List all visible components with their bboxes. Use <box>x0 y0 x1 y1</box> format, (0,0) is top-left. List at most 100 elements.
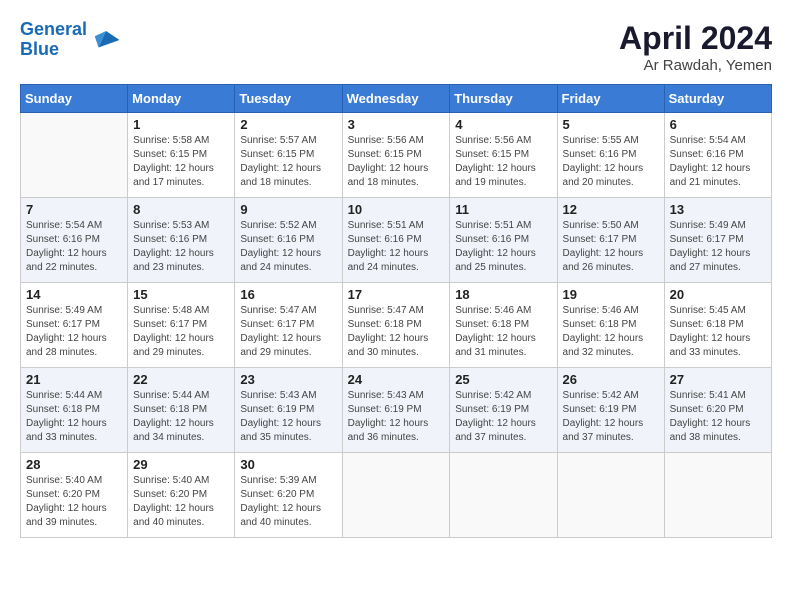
day-number: 12 <box>563 202 659 217</box>
calendar-day-cell: 16Sunrise: 5:47 AM Sunset: 6:17 PM Dayli… <box>235 283 342 368</box>
calendar-day-cell <box>557 453 664 538</box>
day-number: 16 <box>240 287 336 302</box>
calendar-week-row: 1 Sunrise: 5:58 AM Sunset: 6:15 PM Daylig… <box>21 113 772 198</box>
calendar-week-row: 14 Sunrise: 5:49 AM Sunset: 6:17 PM Dayli… <box>21 283 772 368</box>
calendar-day-cell: 8 Sunrise: 5:53 AM Sunset: 6:16 PM Daylig… <box>128 198 235 283</box>
day-info: Sunrise: 5:49 AM Sunset: 6:17 PM Dayligh… <box>26 304 122 360</box>
day-number: 17 <box>348 287 445 302</box>
calendar-header-sunday: Sunday <box>21 85 128 113</box>
day-number: 7 <box>26 202 122 217</box>
day-number: 5 <box>563 117 659 132</box>
day-info: Sunrise: 5:53 AM Sunset: 6:16 PM Dayligh… <box>133 219 229 275</box>
calendar-day-cell: 18 Sunrise: 5:46 AM Sunset: 6:18 PM Dayli… <box>450 283 557 368</box>
calendar-day-cell: 13Sunrise: 5:49 AM Sunset: 6:17 PM Dayli… <box>664 198 771 283</box>
calendar-day-cell: 21 Sunrise: 5:44 AM Sunset: 6:18 PM Dayli… <box>21 368 128 453</box>
calendar-day-cell: 6Sunrise: 5:54 AM Sunset: 6:16 PM Daylig… <box>664 113 771 198</box>
calendar-week-row: 28 Sunrise: 5:40 AM Sunset: 6:20 PM Dayli… <box>21 453 772 538</box>
location: Ar Rawdah, Yemen <box>619 57 772 74</box>
day-info: Sunrise: 5:52 AM Sunset: 6:16 PM Dayligh… <box>240 219 336 275</box>
calendar-day-cell: 27 Sunrise: 5:41 AM Sunset: 6:20 PM Dayli… <box>664 368 771 453</box>
calendar-header-friday: Friday <box>557 85 664 113</box>
day-info: Sunrise: 5:56 AM Sunset: 6:15 PM Dayligh… <box>348 134 445 190</box>
calendar-header-wednesday: Wednesday <box>342 85 450 113</box>
day-info: Sunrise: 5:48 AM Sunset: 6:17 PM Dayligh… <box>133 304 229 360</box>
day-info: Sunrise: 5:51 AM Sunset: 6:16 PM Dayligh… <box>348 219 445 275</box>
day-number: 26 <box>563 372 659 387</box>
title-area: April 2024 Ar Rawdah, Yemen <box>619 20 772 74</box>
calendar-day-cell: 29Sunrise: 5:40 AM Sunset: 6:20 PM Dayli… <box>128 453 235 538</box>
day-number: 2 <box>240 117 336 132</box>
day-number: 21 <box>26 372 122 387</box>
calendar-day-cell: 12Sunrise: 5:50 AM Sunset: 6:17 PM Dayli… <box>557 198 664 283</box>
day-info: Sunrise: 5:51 AM Sunset: 6:16 PM Dayligh… <box>455 219 551 275</box>
calendar-header-thursday: Thursday <box>450 85 557 113</box>
calendar-day-cell: 11 Sunrise: 5:51 AM Sunset: 6:16 PM Dayli… <box>450 198 557 283</box>
calendar-day-cell: 22Sunrise: 5:44 AM Sunset: 6:18 PM Dayli… <box>128 368 235 453</box>
calendar-day-cell: 25Sunrise: 5:42 AM Sunset: 6:19 PM Dayli… <box>450 368 557 453</box>
day-info: Sunrise: 5:41 AM Sunset: 6:20 PM Dayligh… <box>670 389 766 445</box>
calendar-day-cell: 5Sunrise: 5:55 AM Sunset: 6:16 PM Daylig… <box>557 113 664 198</box>
day-number: 9 <box>240 202 336 217</box>
day-number: 3 <box>348 117 445 132</box>
day-number: 8 <box>133 202 229 217</box>
calendar-day-cell: 28 Sunrise: 5:40 AM Sunset: 6:20 PM Dayli… <box>21 453 128 538</box>
calendar-day-cell: 19 Sunrise: 5:46 AM Sunset: 6:18 PM Dayli… <box>557 283 664 368</box>
day-info: Sunrise: 5:43 AM Sunset: 6:19 PM Dayligh… <box>240 389 336 445</box>
calendar-day-cell: 1 Sunrise: 5:58 AM Sunset: 6:15 PM Daylig… <box>128 113 235 198</box>
month-title: April 2024 <box>619 20 772 57</box>
day-number: 18 <box>455 287 551 302</box>
calendar-day-cell: 3 Sunrise: 5:56 AM Sunset: 6:15 PM Daylig… <box>342 113 450 198</box>
calendar-header-monday: Monday <box>128 85 235 113</box>
calendar-day-cell <box>342 453 450 538</box>
day-number: 6 <box>670 117 766 132</box>
calendar-day-cell: 30 Sunrise: 5:39 AM Sunset: 6:20 PM Dayli… <box>235 453 342 538</box>
calendar-day-cell: 24Sunrise: 5:43 AM Sunset: 6:19 PM Dayli… <box>342 368 450 453</box>
day-info: Sunrise: 5:58 AM Sunset: 6:15 PM Dayligh… <box>133 134 229 190</box>
day-number: 4 <box>455 117 551 132</box>
calendar-day-cell: 15 Sunrise: 5:48 AM Sunset: 6:17 PM Dayli… <box>128 283 235 368</box>
day-number: 28 <box>26 457 122 472</box>
day-info: Sunrise: 5:54 AM Sunset: 6:16 PM Dayligh… <box>26 219 122 275</box>
day-info: Sunrise: 5:44 AM Sunset: 6:18 PM Dayligh… <box>26 389 122 445</box>
day-number: 27 <box>670 372 766 387</box>
day-info: Sunrise: 5:40 AM Sunset: 6:20 PM Dayligh… <box>26 474 122 530</box>
calendar-header-tuesday: Tuesday <box>235 85 342 113</box>
calendar-day-cell: 4 Sunrise: 5:56 AM Sunset: 6:15 PM Daylig… <box>450 113 557 198</box>
calendar-header-row: SundayMondayTuesdayWednesdayThursdayFrid… <box>21 85 772 113</box>
day-number: 23 <box>240 372 336 387</box>
calendar-day-cell <box>21 113 128 198</box>
day-info: Sunrise: 5:57 AM Sunset: 6:15 PM Dayligh… <box>240 134 336 190</box>
calendar-table: SundayMondayTuesdayWednesdayThursdayFrid… <box>20 84 772 538</box>
day-info: Sunrise: 5:47 AM Sunset: 6:18 PM Dayligh… <box>348 304 445 360</box>
day-info: Sunrise: 5:39 AM Sunset: 6:20 PM Dayligh… <box>240 474 336 530</box>
calendar-day-cell: 9 Sunrise: 5:52 AM Sunset: 6:16 PM Daylig… <box>235 198 342 283</box>
day-info: Sunrise: 5:56 AM Sunset: 6:15 PM Dayligh… <box>455 134 551 190</box>
calendar-day-cell: 7 Sunrise: 5:54 AM Sunset: 6:16 PM Daylig… <box>21 198 128 283</box>
day-info: Sunrise: 5:40 AM Sunset: 6:20 PM Dayligh… <box>133 474 229 530</box>
page-header: General Blue April 2024 Ar Rawdah, Yemen <box>20 20 772 74</box>
calendar-day-cell: 17 Sunrise: 5:47 AM Sunset: 6:18 PM Dayli… <box>342 283 450 368</box>
day-info: Sunrise: 5:43 AM Sunset: 6:19 PM Dayligh… <box>348 389 445 445</box>
day-info: Sunrise: 5:42 AM Sunset: 6:19 PM Dayligh… <box>563 389 659 445</box>
day-info: Sunrise: 5:46 AM Sunset: 6:18 PM Dayligh… <box>563 304 659 360</box>
day-number: 30 <box>240 457 336 472</box>
calendar-week-row: 7 Sunrise: 5:54 AM Sunset: 6:16 PM Daylig… <box>21 198 772 283</box>
day-number: 1 <box>133 117 229 132</box>
day-number: 10 <box>348 202 445 217</box>
day-number: 15 <box>133 287 229 302</box>
day-info: Sunrise: 5:46 AM Sunset: 6:18 PM Dayligh… <box>455 304 551 360</box>
calendar-day-cell: 20Sunrise: 5:45 AM Sunset: 6:18 PM Dayli… <box>664 283 771 368</box>
day-number: 11 <box>455 202 551 217</box>
day-info: Sunrise: 5:42 AM Sunset: 6:19 PM Dayligh… <box>455 389 551 445</box>
day-number: 14 <box>26 287 122 302</box>
calendar-day-cell: 14 Sunrise: 5:49 AM Sunset: 6:17 PM Dayli… <box>21 283 128 368</box>
day-number: 19 <box>563 287 659 302</box>
day-info: Sunrise: 5:45 AM Sunset: 6:18 PM Dayligh… <box>670 304 766 360</box>
logo-text: General Blue <box>20 20 87 60</box>
calendar-day-cell <box>664 453 771 538</box>
calendar-day-cell: 26 Sunrise: 5:42 AM Sunset: 6:19 PM Dayli… <box>557 368 664 453</box>
day-number: 13 <box>670 202 766 217</box>
day-number: 22 <box>133 372 229 387</box>
logo: General Blue <box>20 20 121 60</box>
calendar-day-cell <box>450 453 557 538</box>
